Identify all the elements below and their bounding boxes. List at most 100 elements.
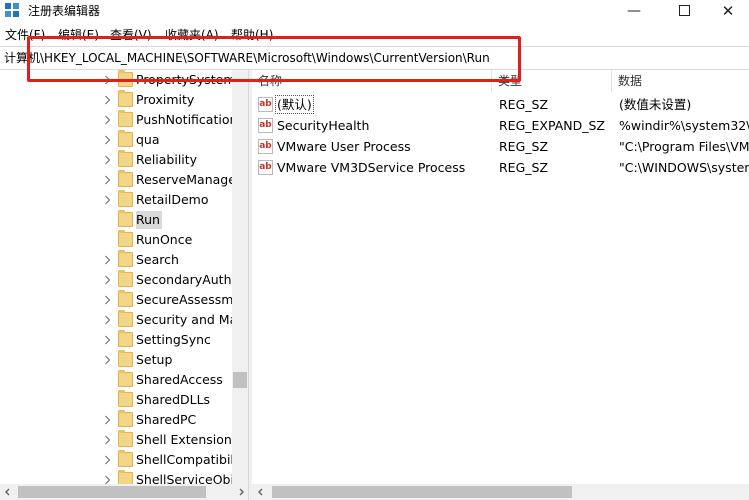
value-row[interactable]: ab SecurityHealth REG_EXPAND_SZ %windir%\sy…	[252, 115, 749, 136]
tree-item[interactable]: Setup	[0, 350, 232, 370]
tree-item[interactable]: SharedPC	[0, 410, 232, 430]
address-path[interactable]: 计算机\HKEY_LOCAL_MACHINE\SOFTWARE\Microsof…	[4, 50, 490, 66]
tree-item[interactable]: Shell Extensions	[0, 430, 232, 450]
tree-item[interactable]: SharedDLLs	[0, 390, 232, 410]
tree-scroll-thumb[interactable]	[233, 372, 247, 388]
column-header-data[interactable]: 数据	[612, 70, 749, 92]
tree-item-label: Search	[136, 252, 179, 267]
tree-item[interactable]: SecureAssessment	[0, 290, 232, 310]
tree-item[interactable]: Search	[0, 250, 232, 270]
tree-horizontal-scrollbar[interactable]	[0, 484, 248, 500]
tree-item-label: qua	[136, 132, 160, 147]
tree-item[interactable]: Run	[0, 210, 232, 230]
chevron-right-icon[interactable]	[104, 195, 111, 205]
values-horizontal-scrollbar[interactable]	[252, 484, 749, 500]
chevron-right-icon[interactable]	[104, 355, 111, 365]
folder-icon	[118, 290, 133, 307]
menu-bar: 文件(F) 编辑(E) 查看(V) 收藏夹(A) 帮助(H)	[0, 25, 749, 45]
tree-vertical-scrollbar[interactable]	[232, 70, 248, 484]
value-type: REG_EXPAND_SZ	[499, 118, 605, 133]
menu-help[interactable]: 帮助(H)	[231, 27, 273, 43]
tree-item[interactable]: RunOnce	[0, 230, 232, 250]
tree-item[interactable]: Security and Maintenance	[0, 310, 232, 330]
chevron-right-icon[interactable]	[104, 75, 111, 85]
tree-item[interactable]: RetailDemo	[0, 190, 232, 210]
chevron-right-icon[interactable]	[104, 315, 111, 325]
values-pane: 名称 类型 数据 ab (默认) REG_SZ (数值未设置) ab SecurityHe…	[252, 70, 749, 484]
menu-edit[interactable]: 编辑(E)	[58, 27, 99, 43]
folder-icon	[118, 90, 133, 107]
tree-item[interactable]: qua	[0, 130, 232, 150]
minimize-button[interactable]: —	[611, 0, 657, 22]
tree-item-label: SettingSync	[136, 332, 211, 347]
values-hscroll-thumb[interactable]	[272, 486, 572, 498]
tree-item[interactable]: ShellCompatibility	[0, 450, 232, 470]
chevron-right-icon[interactable]	[104, 455, 111, 465]
close-icon: ✕	[721, 2, 735, 20]
chevron-right-icon[interactable]	[104, 95, 111, 105]
tree-item[interactable]: Proximity	[0, 90, 232, 110]
tree-item[interactable]: SharedAccess	[0, 370, 232, 390]
folder-icon	[118, 390, 133, 407]
scroll-right-icon[interactable]	[236, 487, 246, 497]
tree-hscroll-thumb[interactable]	[18, 486, 206, 498]
chevron-right-icon[interactable]	[104, 415, 111, 425]
scroll-left-icon[interactable]	[3, 487, 13, 497]
tree-item[interactable]: Reliability	[0, 150, 232, 170]
folder-icon	[118, 210, 133, 227]
menu-view[interactable]: 查看(V)	[110, 27, 152, 43]
value-row[interactable]: ab VMware User Process REG_SZ "C:\Program F…	[252, 136, 749, 157]
close-button[interactable]: ✕	[705, 0, 749, 22]
value-data: %windir%\system32\SecurityHealthSystray.…	[619, 118, 749, 133]
chevron-right-icon[interactable]	[104, 435, 111, 445]
scroll-left-icon[interactable]	[256, 487, 266, 497]
tree-item[interactable]: PushNotifications	[0, 110, 232, 130]
value-row[interactable]: ab (默认) REG_SZ (数值未设置)	[252, 94, 749, 115]
value-data: (数值未设置)	[619, 97, 692, 112]
string-value-icon: ab	[258, 139, 273, 154]
chevron-right-icon[interactable]	[104, 115, 111, 125]
value-data: "C:\WINDOWS\system32\vm3dservice.exe" -u	[619, 160, 749, 175]
tree-item-label: SharedDLLs	[136, 392, 211, 407]
tree-item-label: RetailDemo	[136, 192, 209, 207]
maximize-button[interactable]	[661, 0, 707, 22]
tree-item-label: ShellCompatibility	[136, 452, 232, 467]
tree-item-label: ReserveManager	[136, 172, 232, 187]
chevron-right-icon[interactable]	[104, 175, 111, 185]
tree-item-label: RunOnce	[136, 232, 193, 247]
tree-item-label: Security and Maintenance	[136, 312, 232, 327]
column-header-type[interactable]: 类型	[492, 70, 612, 92]
tree-item-label: Proximity	[136, 92, 195, 107]
string-value-icon: ab	[258, 118, 273, 133]
folder-icon	[118, 310, 133, 327]
tree-item[interactable]: SettingSync	[0, 330, 232, 350]
value-row[interactable]: ab VMware VM3DService Process REG_SZ "C:\WI…	[252, 157, 749, 178]
address-bar[interactable]: 计算机\HKEY_LOCAL_MACHINE\SOFTWARE\Microsof…	[0, 46, 749, 70]
tree-item-label: SharedAccess	[136, 372, 223, 387]
maximize-icon	[678, 4, 690, 16]
folder-icon	[118, 270, 133, 287]
menu-favorites[interactable]: 收藏夹(A)	[165, 27, 219, 43]
folder-icon	[118, 110, 133, 127]
folder-icon	[118, 350, 133, 367]
chevron-right-icon[interactable]	[104, 155, 111, 165]
tree-item[interactable]: ReserveManager	[0, 170, 232, 190]
folder-icon	[118, 330, 133, 347]
chevron-right-icon[interactable]	[104, 135, 111, 145]
tree-item-label: SharedPC	[136, 412, 197, 427]
value-name: VMware VM3DService Process	[277, 160, 466, 175]
string-value-icon: ab	[258, 97, 273, 112]
chevron-right-icon[interactable]	[104, 255, 111, 265]
chevron-right-icon[interactable]	[104, 335, 111, 345]
tree-item[interactable]: SecondaryAuthFactor	[0, 270, 232, 290]
chevron-right-icon[interactable]	[104, 275, 111, 285]
menu-file[interactable]: 文件(F)	[5, 27, 45, 43]
title-bar: 注册表编辑器 — ✕	[0, 0, 749, 22]
string-value-icon: ab	[258, 160, 273, 175]
tree-item-label: Setup	[136, 352, 173, 367]
folder-icon	[118, 250, 133, 267]
chevron-right-icon[interactable]	[104, 295, 111, 305]
tree-item[interactable]: PropertySystem	[0, 70, 232, 90]
column-header-name[interactable]: 名称	[252, 70, 492, 92]
tree-item-label: SecondaryAuthFactor	[136, 272, 232, 287]
